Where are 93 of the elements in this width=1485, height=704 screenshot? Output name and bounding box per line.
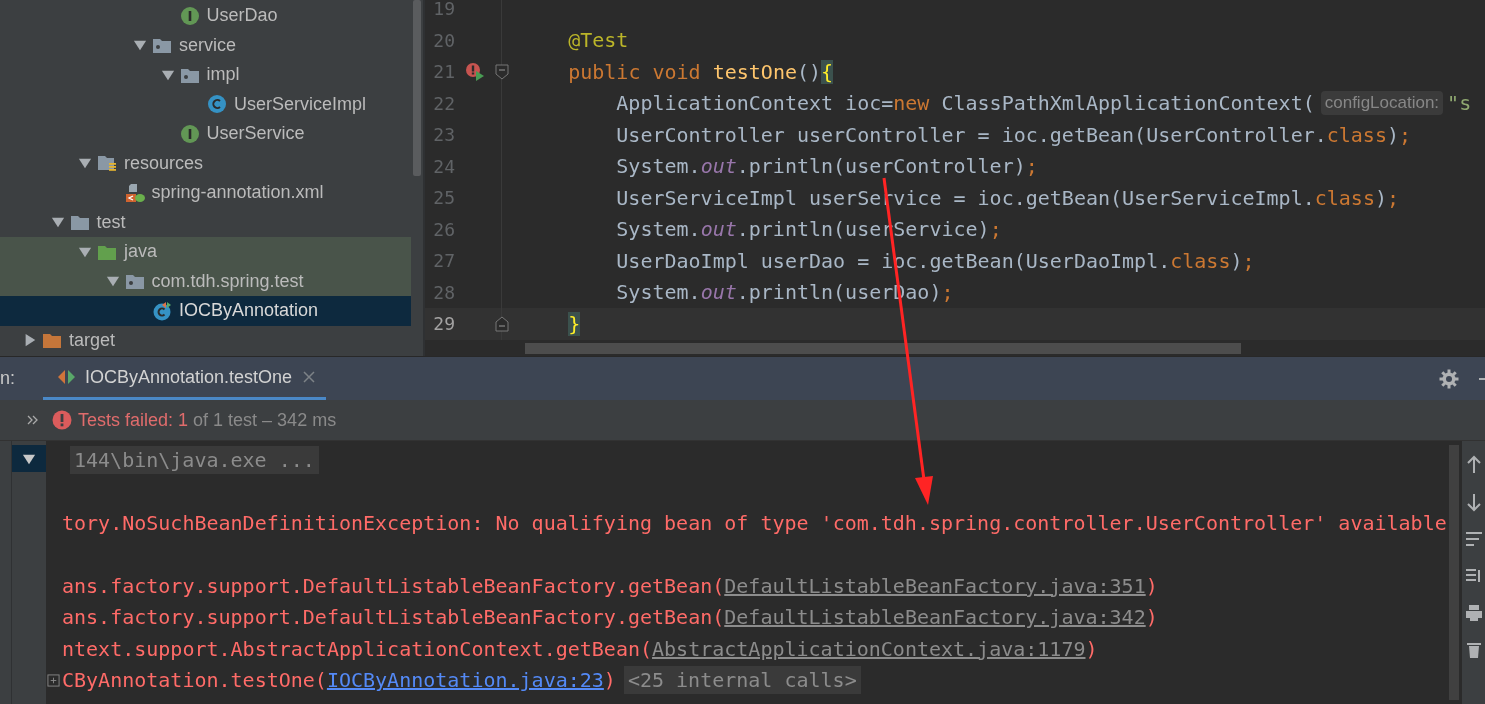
settings-icon[interactable] [1439, 368, 1459, 389]
code-field: out [700, 154, 737, 179]
tree-item[interactable]: test [0, 207, 411, 237]
tree-item[interactable]: target [0, 325, 411, 355]
code-keyword: class [1314, 185, 1375, 210]
code-text: () [796, 59, 822, 84]
tree-item[interactable]: UserServiceImpl [0, 89, 411, 119]
code-method-name: testOne [712, 59, 797, 84]
code-string: "s [1447, 91, 1472, 116]
print-icon[interactable] [1463, 603, 1484, 623]
line-number: 28 [432, 281, 455, 303]
code-text: System. [616, 154, 701, 179]
code-text: UserController userController = ioc.getBean(UserController. [616, 122, 1327, 147]
stack-trace-link[interactable]: DefaultListableBeanFactory.java:342 [724, 605, 1146, 630]
caret-icon[interactable] [23, 333, 37, 348]
test-summary-text: of 1 test – 342 ms [193, 409, 337, 431]
code-field: out [700, 217, 737, 242]
line-number: 19 [432, 0, 455, 20]
code-keyword: new [893, 91, 930, 116]
code-text: ClassPathXmlApplicationContext( [941, 91, 1315, 116]
code-keyword: ; [1387, 185, 1400, 210]
tree-item[interactable]: java [0, 237, 411, 267]
console-text: ) [603, 668, 616, 693]
code-keyword: ; [1025, 154, 1038, 179]
code-keyword: ; [941, 280, 954, 305]
console-text: ) [1085, 636, 1098, 661]
panel-title: n: [0, 368, 15, 389]
console-text: ans.factory.support.DefaultListableBeanFactory.getBean( [62, 573, 725, 598]
source-link[interactable]: IOCByAnnotation.java:23 [326, 668, 604, 693]
tree-item[interactable]: resources [0, 148, 411, 178]
code-keyword: ; [989, 217, 1002, 242]
code-keyword: ; [1399, 122, 1412, 147]
expand-chevron-icon[interactable] [27, 415, 39, 425]
console-text: ans.factory.support.DefaultListableBeanFactory.getBean( [62, 605, 725, 630]
code-text: ) [1230, 248, 1243, 273]
code-keyword: class [1326, 122, 1387, 147]
tree-item[interactable]: service [0, 30, 411, 60]
resources-folder-icon [97, 153, 117, 174]
line-number: 23 [432, 124, 455, 146]
code-keyword: ; [1242, 248, 1255, 273]
expand-icon[interactable] [47, 673, 60, 687]
line-number: 26 [432, 218, 455, 240]
test-status-text: Tests failed: 1 [78, 409, 189, 431]
code-keyword: public void [568, 59, 702, 84]
line-number: 22 [432, 92, 455, 114]
test-class-icon [152, 300, 172, 321]
stack-trace-link[interactable]: AbstractApplicationContext.java:1179 [652, 636, 1086, 661]
code-text: ApplicationContext ioc= [616, 91, 894, 116]
xml-file-icon [124, 182, 145, 203]
folded-text[interactable]: <25 internal calls> [623, 666, 861, 695]
run-error-icon[interactable] [465, 61, 485, 82]
tree-item[interactable]: IOCByAnnotation [0, 296, 411, 326]
tree-item[interactable] [12, 445, 46, 472]
line-number: 20 [432, 29, 455, 51]
code-text: ) [1386, 122, 1399, 147]
tree-item[interactable]: UserService [0, 119, 411, 149]
line-number: 29 [432, 313, 455, 335]
code-field: out [700, 280, 737, 305]
tree-item[interactable]: com.tdh.spring.test [0, 266, 411, 296]
interface-icon [179, 5, 200, 26]
close-icon[interactable] [302, 370, 317, 384]
code-brace: } [568, 311, 581, 336]
line-number: 25 [432, 187, 455, 209]
test-run-icon [57, 367, 77, 387]
scrollbar-thumb[interactable] [525, 343, 1241, 354]
fold-marker-icon[interactable] [494, 315, 509, 332]
parameter-hint: configLocation: [1320, 91, 1444, 116]
folded-text[interactable]: 144\bin\java.exe ... [70, 445, 319, 474]
console-text: ) [1145, 605, 1158, 630]
stack-trace-link[interactable]: DefaultListableBeanFactory.java:351 [724, 573, 1146, 598]
tree-item[interactable]: UserDao [0, 1, 411, 31]
tree-item[interactable]: spring-annotation.xml [0, 178, 411, 208]
code-annotation: @Test [568, 28, 629, 53]
console-text: tory.NoSuchBeanDefinitionException: No qualifying bean of type 'com.tdh.spring.controller.UserController' available [62, 510, 1447, 535]
code-text: System. [616, 217, 701, 242]
console-text: ntext.support.AbstractApplicationContext.getBean( [62, 636, 652, 661]
wrap-lines-icon[interactable] [1463, 529, 1484, 549]
console-text: CByAnnotation.testOne( [62, 668, 327, 693]
code-text: ) [1374, 185, 1387, 210]
line-number: 24 [432, 155, 455, 177]
class-icon [207, 94, 227, 115]
minimize-icon[interactable] [1479, 377, 1485, 380]
tree-item[interactable]: impl [0, 60, 411, 90]
code-text: .println(userController) [736, 154, 1026, 179]
console-text: ) [1145, 573, 1158, 598]
fold-marker-icon[interactable] [494, 63, 509, 80]
line-number: 27 [432, 250, 455, 272]
line-number: 21 [432, 61, 455, 83]
code-brace: { [821, 59, 834, 84]
scrollbar-thumb[interactable] [413, 0, 421, 176]
interface-icon [179, 123, 200, 144]
code-keyword: class [1170, 248, 1231, 273]
code-text: System. [616, 280, 701, 305]
